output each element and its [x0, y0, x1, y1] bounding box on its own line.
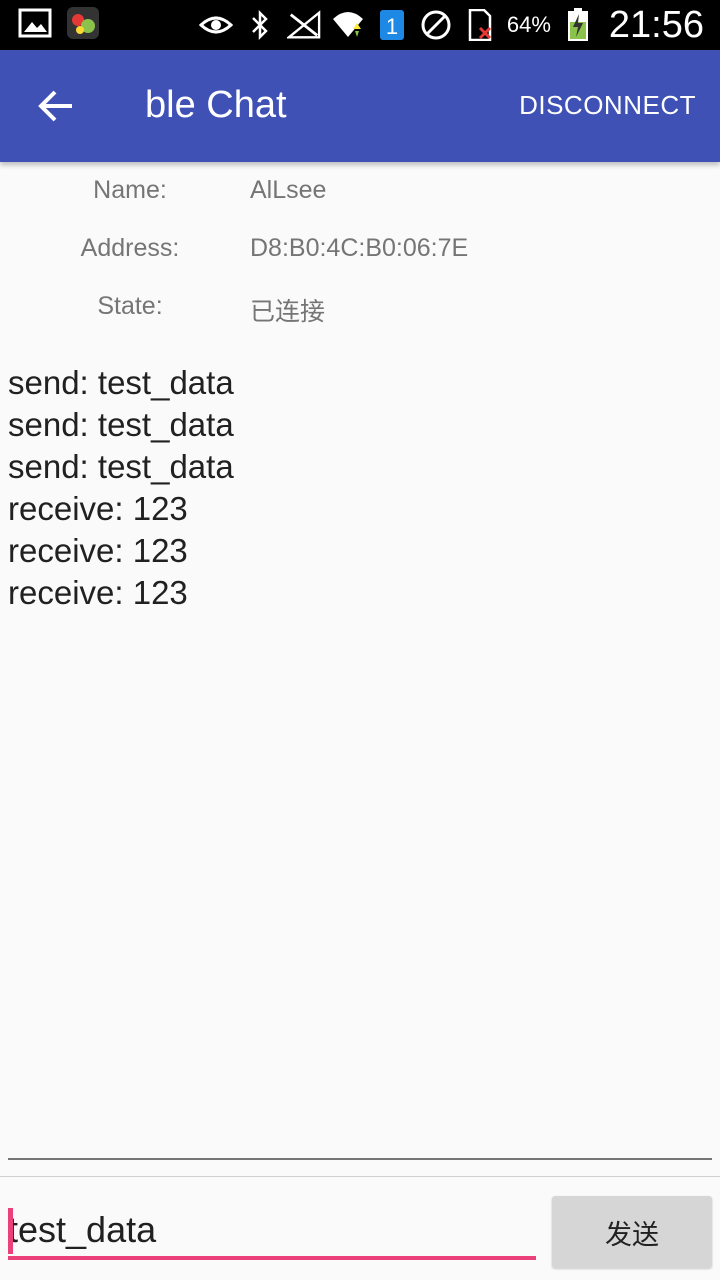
app-bar: ble Chat DISCONNECT	[0, 50, 720, 162]
sim-missing-icon	[463, 8, 497, 42]
disconnect-button[interactable]: DISCONNECT	[519, 90, 696, 121]
page-title: ble Chat	[145, 84, 287, 126]
message-input[interactable]	[8, 1202, 536, 1258]
wifi-icon	[331, 8, 365, 42]
device-address-value: D8:B0:4C:B0:06:7E	[250, 234, 469, 262]
battery-percent: 64%	[506, 12, 551, 37]
log-line: send: test_data	[8, 364, 234, 401]
composer-divider	[0, 1176, 720, 1177]
arrow-back-icon	[38, 90, 72, 122]
device-name-value: AlLsee	[250, 176, 327, 204]
bluetooth-icon	[243, 8, 277, 42]
log-line: send: test_data	[8, 406, 234, 443]
device-state-label: State:	[97, 292, 163, 320]
input-underline	[8, 1256, 536, 1260]
status-bar-left	[18, 6, 100, 40]
status-bar: 1 64% 21:56	[0, 0, 720, 50]
log-line: receive: 123	[8, 490, 188, 527]
text-cursor	[8, 1208, 13, 1254]
clock: 21:56	[608, 3, 704, 46]
back-button[interactable]	[26, 78, 86, 134]
device-state-row: State: 已连接	[0, 292, 720, 332]
message-input-wrapper[interactable]	[8, 1202, 536, 1260]
log-line: receive: 123	[8, 532, 188, 569]
gallery-icon	[18, 6, 52, 40]
device-name-row: Name: AlLsee	[0, 176, 720, 216]
device-address-row: Address: D8:B0:4C:B0:06:7E	[0, 234, 720, 274]
sim-icon: 1	[375, 8, 409, 42]
no-signal-icon	[286, 8, 321, 42]
sim-badge: 1	[386, 14, 398, 39]
block-icon	[419, 8, 453, 42]
log-line: receive: 123	[8, 574, 188, 611]
message-log[interactable]: send: test_data send: test_data send: te…	[8, 362, 234, 614]
battery-charging-icon	[561, 8, 595, 42]
app-notification-icon	[66, 6, 100, 40]
device-address-label: Address:	[80, 234, 180, 262]
device-state-value: 已连接	[250, 298, 326, 326]
status-bar-right: 1 64% 21:56	[198, 0, 704, 50]
log-divider	[8, 1158, 712, 1160]
device-name-label: Name:	[93, 176, 167, 204]
eye-icon	[198, 8, 233, 42]
send-button[interactable]: 发送	[552, 1196, 712, 1268]
log-line: send: test_data	[8, 448, 234, 485]
